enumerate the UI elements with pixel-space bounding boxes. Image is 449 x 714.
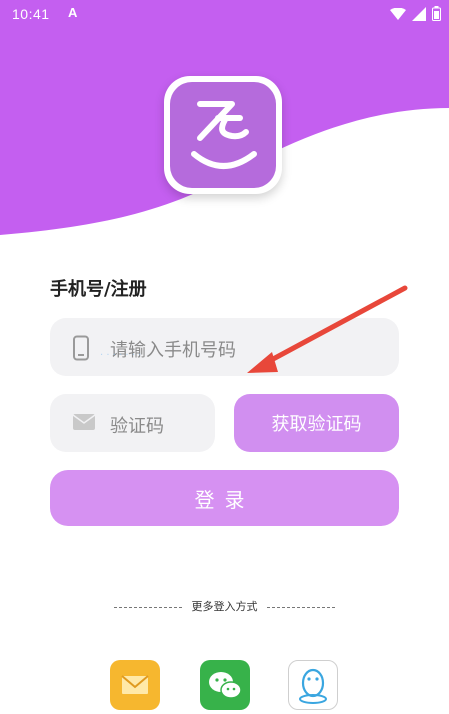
status-bar: 10:41 A (0, 0, 449, 30)
qq-login-button[interactable] (288, 660, 338, 710)
watermark: · · · · · · · (100, 350, 142, 361)
divider-line-right (267, 606, 335, 608)
wechat-icon (209, 672, 242, 699)
app-logo-badge (170, 82, 276, 188)
notification-icon: A (68, 5, 78, 20)
more-login-label: 更多登入方式 (191, 600, 258, 613)
battery-icon (432, 6, 441, 21)
phone-icon (73, 335, 89, 361)
logo-glyph-icon (191, 101, 257, 169)
login-button[interactable]: 登录 (50, 470, 399, 526)
signal-icon (412, 6, 426, 21)
wifi-icon (390, 7, 406, 20)
more-login-divider: 更多登入方式 (0, 598, 449, 614)
get-code-button[interactable]: 获取验证码 (234, 394, 399, 452)
code-input-placeholder: 验证码 (110, 416, 164, 437)
wechat-login-button[interactable] (200, 660, 250, 710)
envelope-icon (121, 675, 149, 694)
code-input[interactable]: 验证码 (50, 394, 215, 452)
status-time: 10:41 (12, 6, 50, 22)
mail-login-button[interactable] (110, 660, 160, 710)
status-icons (390, 6, 441, 21)
form-title: 手机号/注册 (50, 279, 147, 300)
divider-line-left (114, 606, 182, 608)
app-logo (164, 76, 282, 194)
envelope-icon (72, 414, 96, 430)
phone-input[interactable]: 请输入手机号码 (50, 318, 399, 376)
qq-penguin-icon (299, 668, 327, 704)
